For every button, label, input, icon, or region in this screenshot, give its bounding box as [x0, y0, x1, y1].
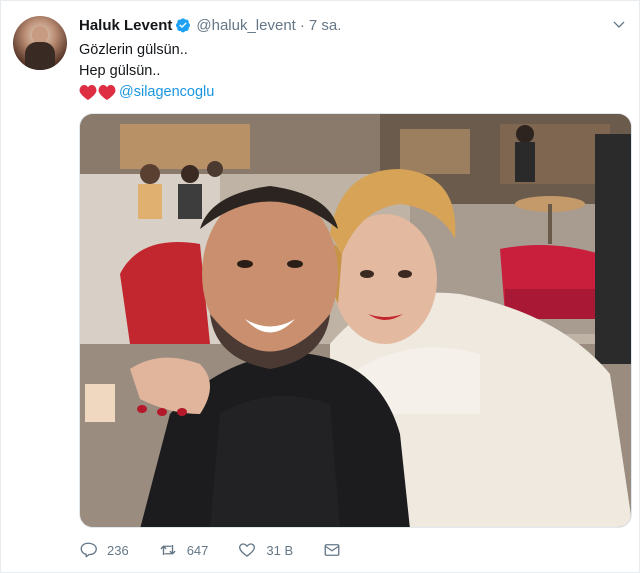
- tweet-line-1: Gözlerin gülsün..: [79, 42, 188, 58]
- retweet-icon: [160, 544, 176, 556]
- timestamp[interactable]: 7 sa.: [309, 17, 342, 34]
- reply-count: 236: [107, 542, 129, 558]
- separator-dot: ·: [299, 16, 305, 34]
- reply-icon: [80, 542, 97, 558]
- avatar[interactable]: [13, 16, 67, 70]
- retweet-button[interactable]: 647: [159, 541, 209, 559]
- reply-button[interactable]: 236: [79, 541, 129, 559]
- tweet-text: Gözlerin gülsün.. Hep gülsün.. @silagenc…: [79, 40, 627, 103]
- like-count: 31 B: [266, 542, 294, 558]
- heart-emoji-icon: [98, 85, 116, 100]
- verified-icon: [176, 18, 191, 33]
- direct-message-icon: [324, 544, 340, 556]
- heart-emoji-icon: [79, 85, 97, 100]
- tweet-photo[interactable]: [79, 113, 632, 528]
- heart-emojis: [79, 84, 117, 101]
- selfie-photo: [80, 114, 631, 527]
- retweet-count: 647: [186, 542, 209, 558]
- direct-message-button[interactable]: [323, 541, 351, 559]
- tweet-header: Haluk Levent @haluk_levent · 7 sa.: [79, 15, 627, 35]
- tweet-card[interactable]: Haluk Levent @haluk_levent · 7 sa. Gözle…: [0, 0, 640, 573]
- mention-link[interactable]: @silagencoglu: [119, 82, 214, 103]
- tweet-line-3: @silagencoglu: [79, 82, 627, 103]
- avatar-body: [25, 42, 55, 70]
- like-button[interactable]: 31 B: [238, 541, 293, 559]
- handle[interactable]: @haluk_levent: [196, 17, 295, 34]
- display-name[interactable]: Haluk Levent: [79, 17, 172, 34]
- tweet-line-2: Hep gülsün..: [79, 63, 161, 79]
- chevron-down-icon[interactable]: [611, 17, 627, 33]
- tweet-content: Haluk Levent @haluk_levent · 7 sa. Gözle…: [79, 15, 627, 103]
- tweet-actions: 236 647 31 B: [79, 541, 381, 559]
- like-icon: [239, 543, 256, 557]
